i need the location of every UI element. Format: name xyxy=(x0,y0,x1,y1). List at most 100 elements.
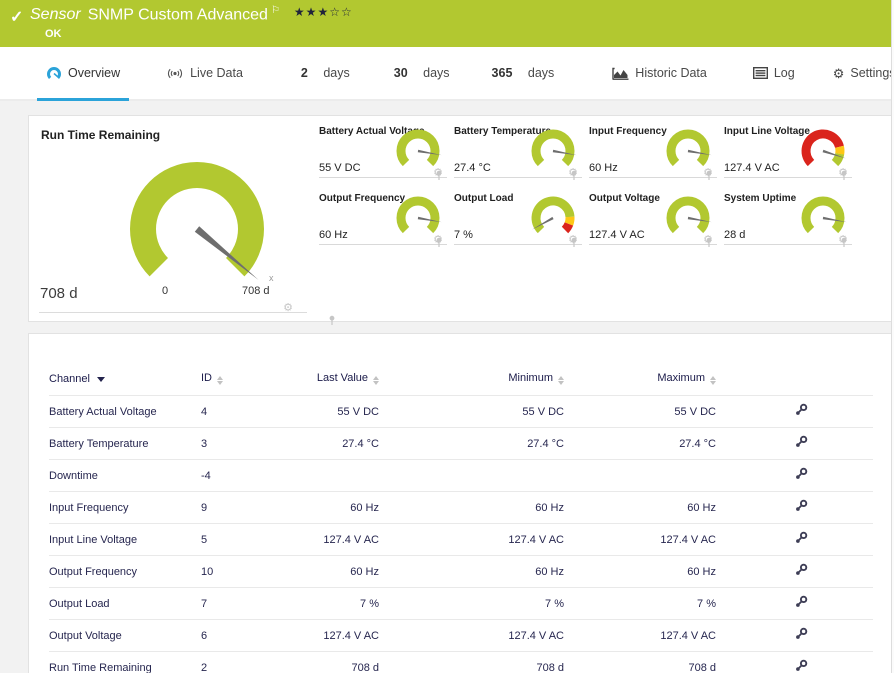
column-header-minimum[interactable]: Minimum xyxy=(379,372,564,396)
channel-name-cell[interactable]: Output Frequency xyxy=(49,555,201,588)
minimum-cell: 127.4 V AC xyxy=(379,523,564,556)
star-filled-icon[interactable]: ★ xyxy=(317,5,329,19)
gauge-tile-actions: ⚙ xyxy=(568,235,581,247)
minimum-cell: 60 Hz xyxy=(379,491,564,524)
gauge-tile-actions: ⚙ xyxy=(838,168,851,180)
table-row[interactable]: Input Frequency 9 60 Hz 60 Hz 60 Hz xyxy=(49,491,873,524)
gauge-tile-output-voltage: Output Voltage 127.4 V AC ⚙ xyxy=(589,191,717,247)
edit-channel-wrench-icon[interactable] xyxy=(794,403,808,417)
gauge-tile-actions: ⚙ xyxy=(703,168,716,180)
column-header-channel[interactable]: Channel xyxy=(49,372,201,396)
channel-actions-cell xyxy=(716,587,873,620)
gauge-tile-battery-temperature: Battery Temperature 27.4 °C ⚙ xyxy=(454,124,582,180)
gauge-tile-run-time-remaining: Run Time Remaining 0 708 d x 708 d ⚙ xyxy=(32,119,335,325)
area-chart-icon xyxy=(612,67,629,80)
gauge-tile-input-line-voltage: Input Line Voltage 127.4 V AC ⚙ xyxy=(724,124,852,180)
last-value-cell: 127.4 V AC xyxy=(259,619,379,652)
edit-channel-wrench-icon[interactable] xyxy=(794,563,808,577)
channel-name-cell[interactable]: Output Load xyxy=(49,587,201,620)
gauge-tile-input-frequency: Input Frequency 60 Hz ⚙ xyxy=(589,124,717,180)
sort-icon xyxy=(710,376,716,385)
column-header-maximum[interactable]: Maximum xyxy=(564,372,716,396)
minimum-cell xyxy=(379,459,564,492)
status-check-icon: ✓ xyxy=(10,9,24,26)
column-label: Channel xyxy=(49,372,90,385)
edit-channel-wrench-icon[interactable] xyxy=(794,627,808,641)
tab-settings[interactable]: ⚙ Settings xyxy=(833,47,894,99)
channel-name-cell[interactable]: Downtime xyxy=(49,459,201,492)
gear-icon[interactable]: ⚙ xyxy=(283,303,293,314)
maximum-cell: 127.4 V AC xyxy=(564,523,716,556)
minimum-cell: 127.4 V AC xyxy=(379,619,564,652)
star-empty-icon[interactable]: ☆ xyxy=(341,5,353,19)
tab-365-days[interactable]: 365 days xyxy=(492,47,555,99)
star-filled-icon[interactable]: ★ xyxy=(306,5,318,19)
column-header-id[interactable]: ID xyxy=(201,372,259,396)
tab-label: days xyxy=(423,66,450,80)
log-icon xyxy=(752,67,768,79)
channel-name-cell[interactable]: Input Line Voltage xyxy=(49,523,201,556)
gauge-title: Output Load xyxy=(454,193,514,204)
tab-historic-data[interactable]: Historic Data xyxy=(612,47,707,99)
channel-name-cell[interactable]: Battery Actual Voltage xyxy=(49,395,201,428)
channel-actions-cell xyxy=(716,555,873,588)
gear-icon: ⚙ xyxy=(832,65,845,81)
column-label: Last Value xyxy=(316,372,368,384)
tab-2-days[interactable]: 2 days xyxy=(301,47,350,99)
tab-label: Historic Data xyxy=(635,66,707,80)
gauge-dial xyxy=(130,162,264,280)
gauge-value: 60 Hz xyxy=(319,229,348,241)
tab-bar: Overview Live Data 2 days 30 days 365 days Hi… xyxy=(0,47,894,101)
tab-label: Live Data xyxy=(190,66,243,80)
edit-channel-wrench-icon[interactable] xyxy=(794,499,808,513)
column-header-last-value[interactable]: Last Value xyxy=(259,372,379,396)
priority-stars[interactable]: ★★★☆☆ xyxy=(294,5,353,19)
edit-channel-wrench-icon[interactable] xyxy=(794,659,808,673)
gauge-icon xyxy=(46,66,62,80)
gauge-title: Output Voltage xyxy=(589,193,660,204)
page-title: SNMP Custom Advanced xyxy=(87,6,268,24)
channel-name-cell[interactable]: Output Voltage xyxy=(49,619,201,652)
tab-number: 365 xyxy=(491,66,513,80)
table-row[interactable]: Battery Actual Voltage 4 55 V DC 55 V DC… xyxy=(49,395,873,428)
channel-id-cell: 4 xyxy=(201,395,259,428)
page-content: Run Time Remaining 0 708 d x 708 d ⚙ Bat… xyxy=(0,101,894,673)
channel-actions-cell xyxy=(716,651,873,673)
channel-actions-cell xyxy=(716,619,873,652)
table-row[interactable]: Output Frequency 10 60 Hz 60 Hz 60 Hz xyxy=(49,555,873,588)
tab-label: days xyxy=(527,66,555,80)
tab-number: 2 xyxy=(300,66,308,80)
star-empty-icon[interactable]: ☆ xyxy=(329,5,341,19)
tab-live-data[interactable]: Live Data xyxy=(166,47,243,99)
tab-log[interactable]: Log xyxy=(752,47,795,99)
gauge-tile-actions: ⚙ xyxy=(433,168,446,180)
flag-icon[interactable]: ⚐ xyxy=(271,5,280,16)
tab-30-days[interactable]: 30 days xyxy=(394,47,450,99)
gauge-value: 127.4 V AC xyxy=(589,229,645,241)
table-row[interactable]: Battery Temperature 3 27.4 °C 27.4 °C 27… xyxy=(49,427,873,460)
table-row[interactable]: Run Time Remaining 2 708 d 708 d 708 d xyxy=(49,651,873,673)
edit-channel-wrench-icon[interactable] xyxy=(794,435,808,449)
edit-channel-wrench-icon[interactable] xyxy=(794,595,808,609)
star-filled-icon[interactable]: ★ xyxy=(294,5,306,19)
channels-table: Channel ID Last Value Minimum Maximum Batter… xyxy=(49,372,873,673)
table-row[interactable]: Output Load 7 7 % 7 % 7 % xyxy=(49,587,873,620)
gauge-tile-system-uptime: System Uptime 28 d ⚙ xyxy=(724,191,852,247)
gauge-value: 60 Hz xyxy=(589,162,618,174)
channel-id-cell: 3 xyxy=(201,427,259,460)
table-row[interactable]: Downtime -4 xyxy=(49,459,873,492)
table-row[interactable]: Output Voltage 6 127.4 V AC 127.4 V AC 1… xyxy=(49,619,873,652)
channel-name-cell[interactable]: Battery Temperature xyxy=(49,427,201,460)
edit-channel-wrench-icon[interactable] xyxy=(794,531,808,545)
channel-name-cell[interactable]: Run Time Remaining xyxy=(49,651,201,673)
maximum-cell: 60 Hz xyxy=(564,491,716,524)
channel-name-cell[interactable]: Input Frequency xyxy=(49,491,201,524)
gauge-value: 28 d xyxy=(724,229,746,241)
table-row[interactable]: Input Line Voltage 5 127.4 V AC 127.4 V … xyxy=(49,523,873,556)
column-label: ID xyxy=(201,372,212,384)
channel-actions-cell xyxy=(716,395,873,428)
minimum-cell: 55 V DC xyxy=(379,395,564,428)
channel-id-cell: 5 xyxy=(201,523,259,556)
edit-channel-wrench-icon[interactable] xyxy=(794,467,808,481)
tab-overview[interactable]: Overview xyxy=(36,47,130,101)
